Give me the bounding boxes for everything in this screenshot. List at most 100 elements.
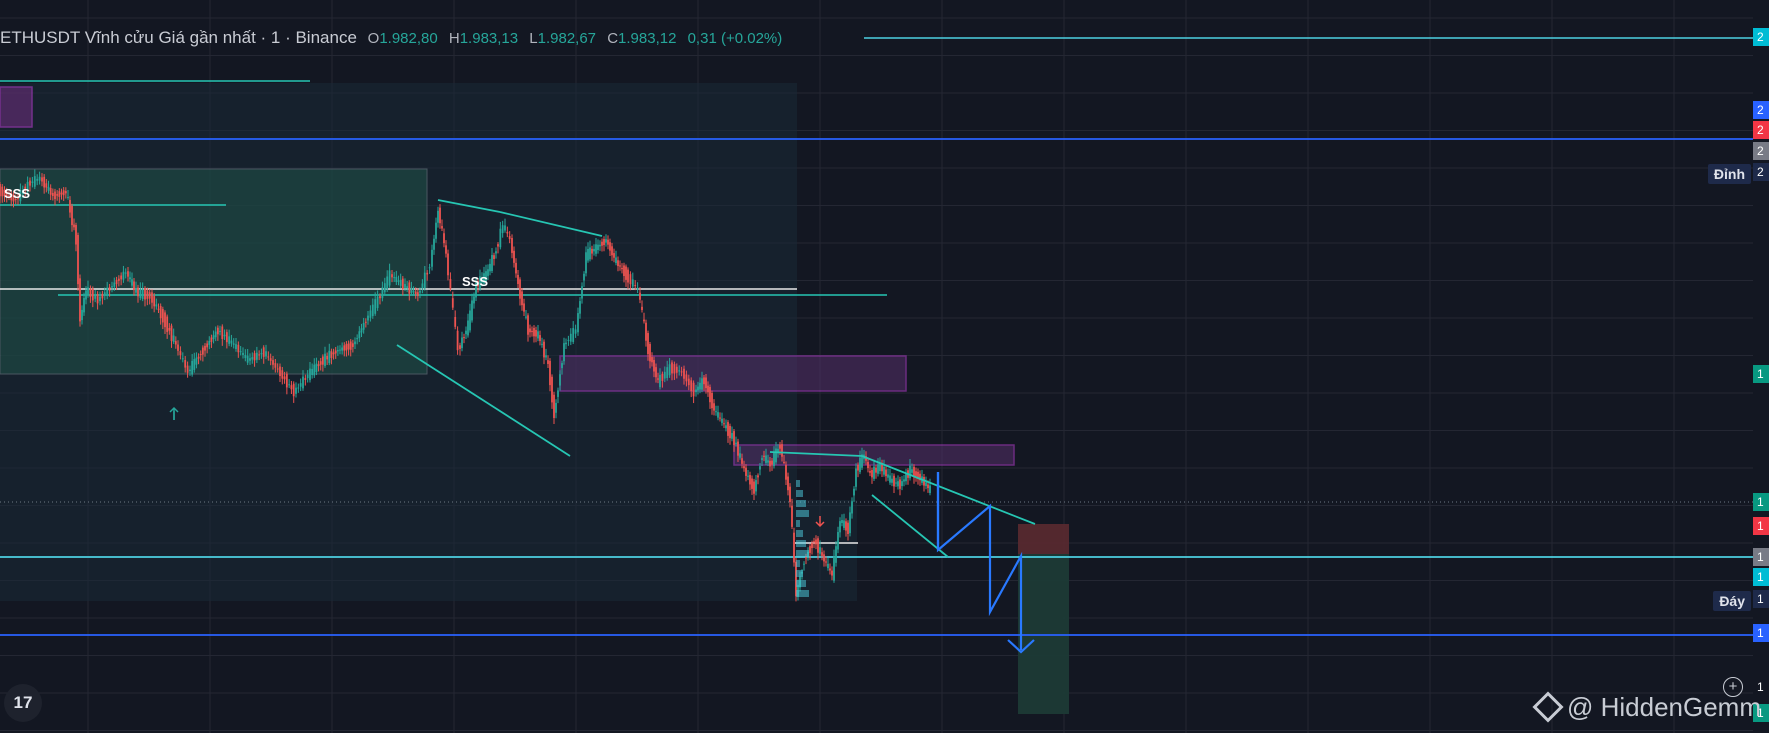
candle-body: [153, 296, 156, 307]
price-axis[interactable]: 22222111111111: [1753, 0, 1769, 733]
candle-body: [421, 283, 424, 289]
price-tag: 2: [1753, 101, 1769, 119]
candle-body: [465, 330, 467, 335]
candle-body: [414, 291, 417, 295]
candle-body: [393, 277, 396, 279]
price-tag: 2: [1753, 121, 1769, 139]
candle-body: [909, 465, 911, 479]
candle-body: [763, 455, 765, 457]
candle-body: [817, 538, 819, 553]
candle-body: [761, 458, 763, 460]
candle-body: [304, 378, 307, 380]
candle-body: [179, 351, 182, 356]
candle-body: [617, 260, 619, 267]
candle-body: [574, 329, 577, 334]
candle-body: [168, 328, 171, 331]
candle-body: [491, 255, 493, 271]
candle-body: [547, 360, 549, 364]
candle-body: [690, 380, 693, 392]
candle-body: [317, 364, 320, 367]
candle-body: [773, 452, 775, 467]
candle-body: [115, 279, 118, 285]
candle-body: [399, 279, 402, 286]
candle-body: [789, 486, 791, 502]
candle-body: [787, 476, 789, 491]
tradingview-logo[interactable]: 17: [4, 684, 42, 722]
candle-body: [559, 374, 561, 386]
candle-body: [889, 475, 891, 483]
open-value: 1.982,80: [379, 30, 438, 47]
change-value: 0,31 (+0.02%): [687, 30, 783, 47]
candle-body: [595, 244, 597, 254]
candle-body: [67, 196, 69, 198]
candle-body: [897, 481, 899, 487]
candle-body: [692, 382, 695, 397]
volume-profile-bar: [796, 520, 800, 527]
candle-body: [631, 279, 634, 287]
candle-body: [541, 343, 543, 345]
close-label: C: [607, 30, 619, 47]
candle-body: [701, 378, 703, 390]
candle-body: [825, 561, 827, 563]
candle-body: [253, 353, 256, 361]
candle-body: [341, 347, 344, 351]
candle-body: [131, 279, 133, 286]
candle-body: [235, 344, 237, 349]
symbol-title[interactable]: ETHUSDT Vĩnh cửu Giá gần nhất · 1 · Bina…: [0, 28, 357, 47]
candle-body: [823, 554, 825, 562]
candle-body: [69, 199, 71, 213]
candle-body: [108, 287, 111, 291]
volume-profile-bar: [796, 480, 800, 487]
symbol-header: ETHUSDT Vĩnh cửu Giá gần nhất · 1 · Bina…: [0, 26, 789, 50]
candle-body: [242, 352, 244, 355]
candle-body: [651, 357, 653, 363]
candle-body: [94, 295, 97, 299]
candle-body: [237, 344, 240, 353]
candle-body: [193, 359, 196, 370]
candle-body: [929, 485, 931, 494]
candle-body: [214, 331, 217, 338]
candle-body: [395, 276, 398, 283]
candle-body: [895, 482, 897, 484]
candle-body: [655, 367, 657, 378]
candle-body: [843, 520, 845, 528]
candle-body: [645, 322, 647, 341]
candle-body: [302, 376, 304, 389]
candle-body: [529, 328, 531, 333]
trendline: [871, 494, 949, 558]
candle-body: [166, 316, 169, 332]
candle-body: [680, 371, 683, 373]
price-chart[interactable]: SSS SSS: [0, 0, 1769, 733]
candle-body: [371, 304, 374, 317]
candle-body: [0, 184, 1, 197]
candle-body: [585, 252, 587, 274]
candle-body: [186, 365, 189, 373]
candle-body: [513, 250, 515, 263]
candle-body: [106, 287, 109, 297]
candle-body: [739, 453, 741, 458]
candle-body: [157, 308, 160, 310]
candle-body: [779, 444, 781, 449]
candle-body: [885, 469, 887, 477]
candle-body: [504, 225, 506, 231]
candle-body: [272, 360, 274, 365]
candle-body: [657, 378, 659, 380]
candle-body: [531, 330, 533, 333]
candle-body: [743, 466, 745, 469]
candle-body: [223, 334, 226, 337]
candle-body: [297, 387, 300, 389]
low-label: L: [529, 30, 538, 47]
candle-body: [122, 271, 125, 280]
candle-body: [759, 466, 761, 470]
candle-body: [426, 272, 429, 275]
candle-body: [634, 285, 637, 287]
candle-body: [493, 255, 495, 259]
candle-body: [146, 290, 149, 299]
candle-body: [857, 464, 859, 471]
candle-body: [671, 362, 673, 374]
candle-body: [687, 378, 690, 386]
candle-body: [201, 347, 204, 355]
candle-body: [410, 287, 413, 293]
candle-body: [591, 248, 593, 254]
candle-body: [172, 335, 175, 342]
